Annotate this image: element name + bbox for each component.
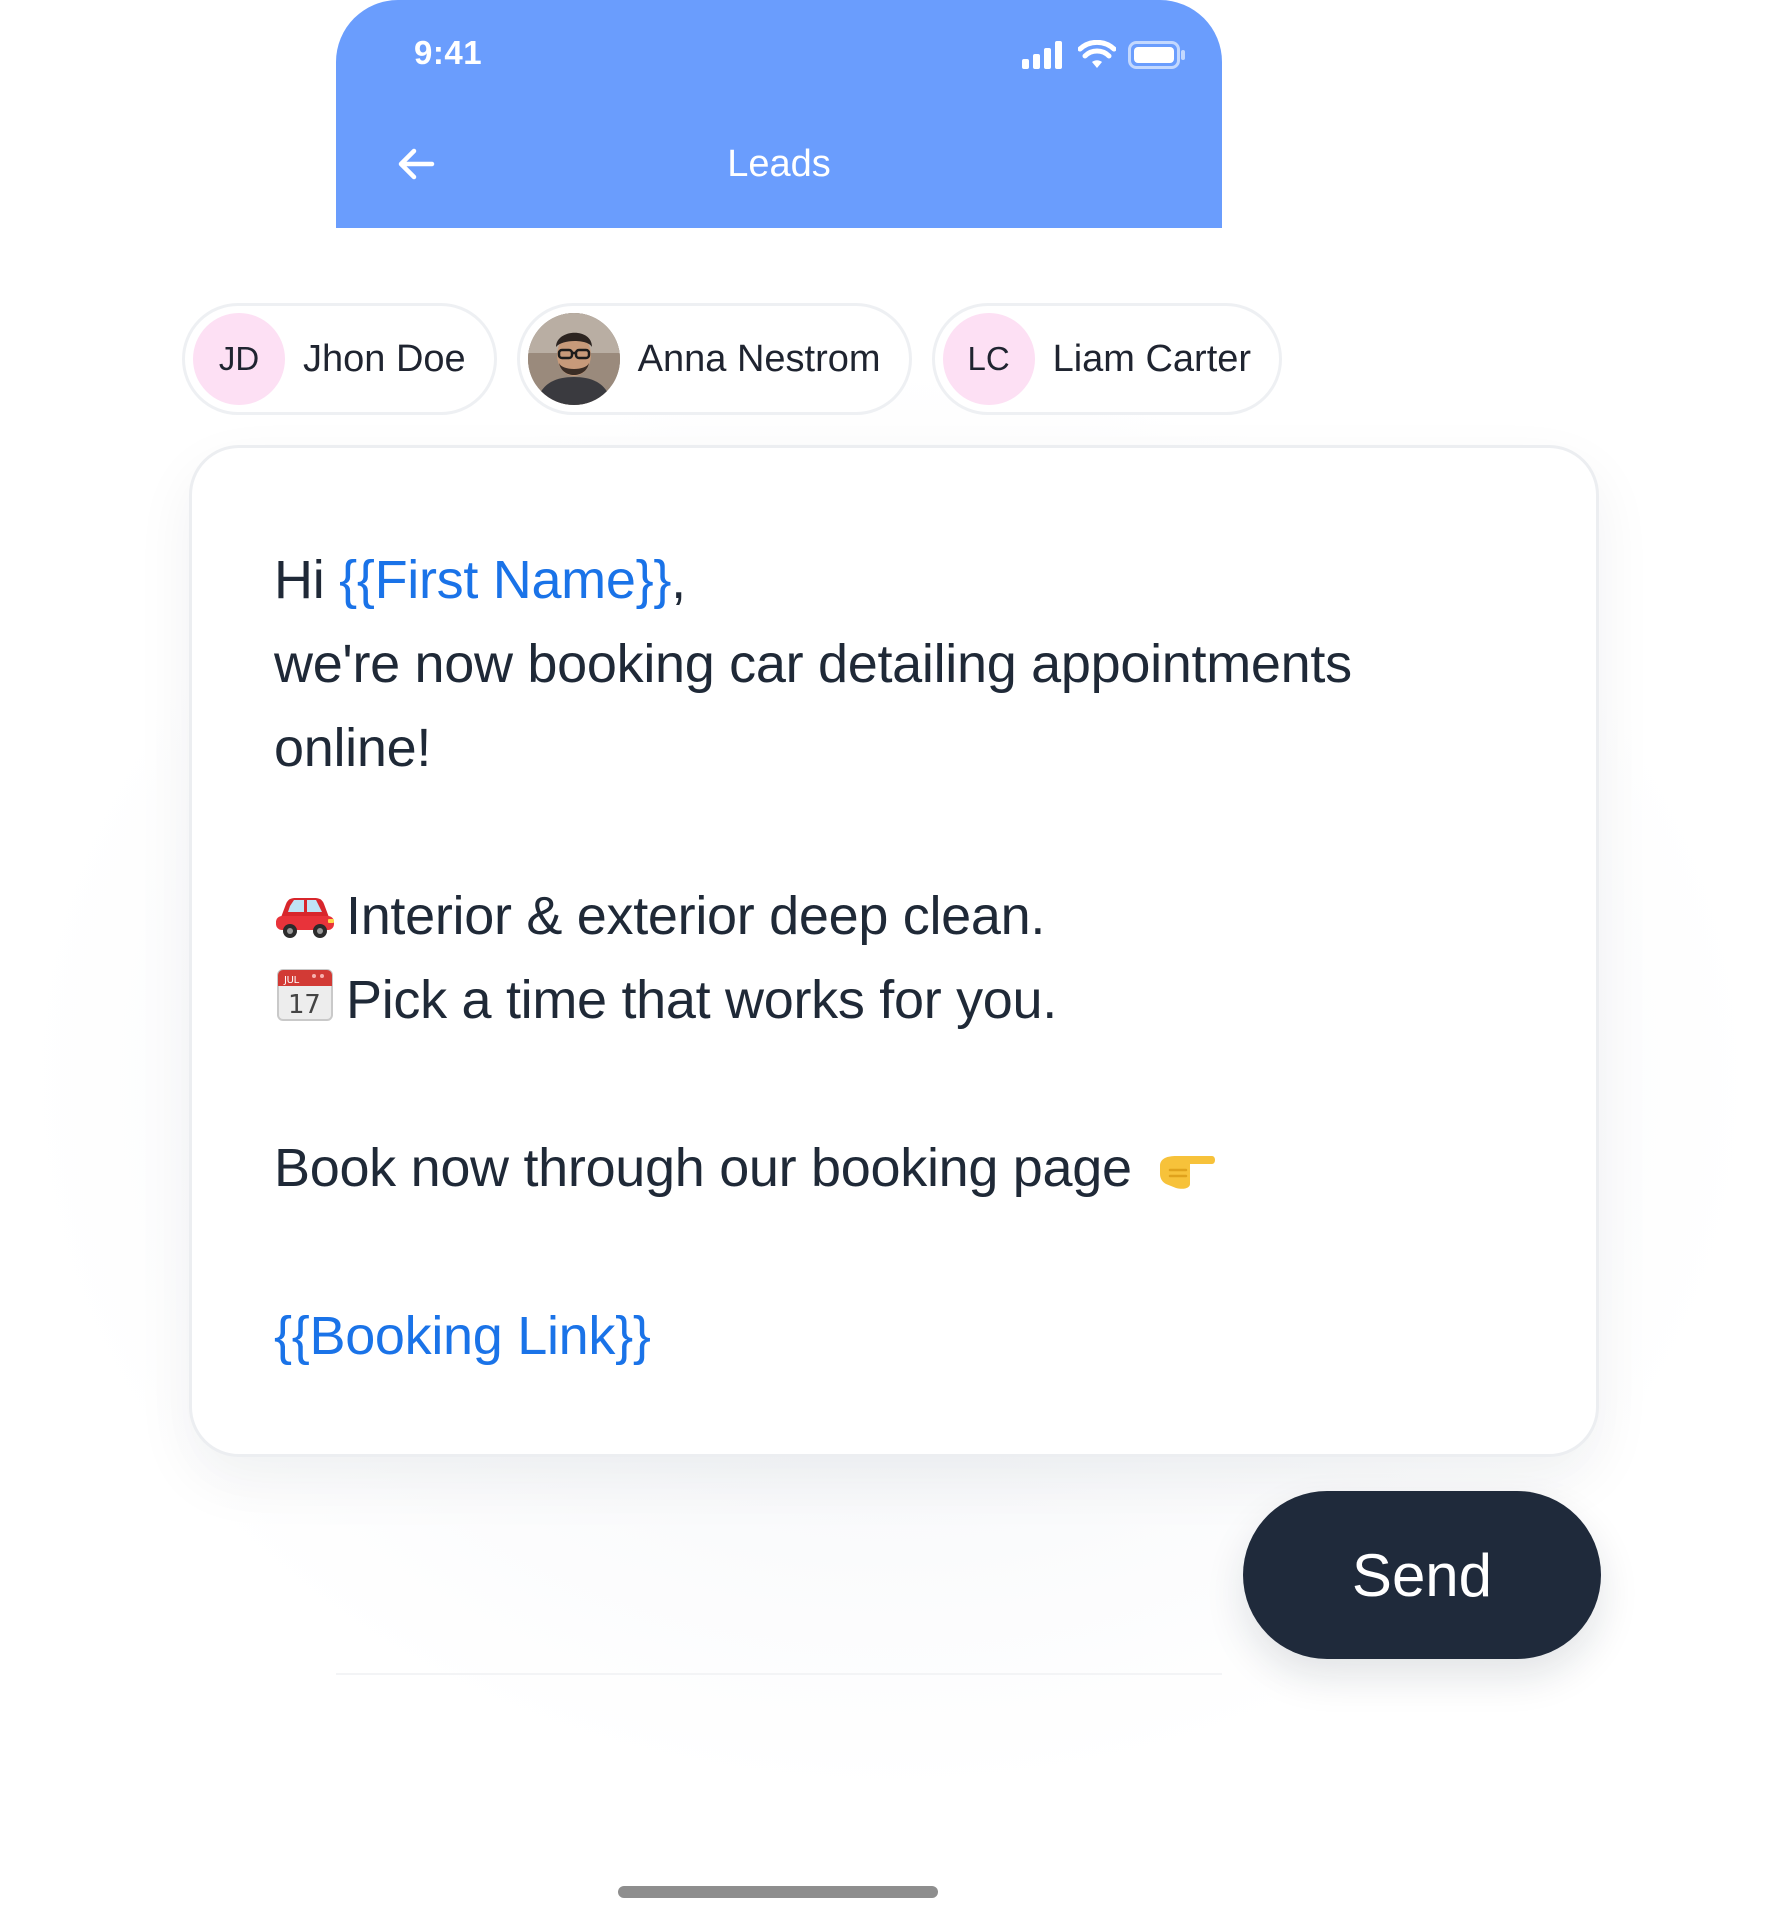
booking-link-variable[interactable]: {{Booking Link}} [274, 1294, 1534, 1378]
avatar-initials: JD [218, 340, 260, 377]
bullet-line: JUL 17 Pick a time that works for you. [274, 958, 1534, 1042]
lead-chips: JD Jhon Doe Anna Nestrom LC Liam Carter [182, 303, 1283, 415]
lead-name: Anna Nestrom [637, 337, 881, 380]
avatar-photo [527, 313, 620, 405]
person-photo-icon [527, 313, 620, 405]
lead-chip-jhon-doe[interactable]: JD Jhon Doe [182, 303, 497, 415]
message-line: we're now booking car detailing appointm… [274, 634, 1352, 694]
message-line: online! [274, 718, 432, 778]
calendar-icon: JUL 17 [277, 969, 333, 1021]
battery-icon [1128, 41, 1185, 69]
lead-chip-anna-nestrom[interactable]: Anna Nestrom [516, 303, 912, 415]
wifi-icon [1078, 40, 1116, 68]
lead-chip-liam-carter[interactable]: LC Liam Carter [931, 303, 1283, 415]
avatar: JD [193, 313, 285, 405]
avatar: LC [942, 313, 1035, 405]
app-header: 9:41 Leads [336, 0, 1222, 228]
avatar-initials: LC [967, 340, 1010, 377]
send-button[interactable]: Send [1243, 1491, 1601, 1659]
divider [336, 1673, 1222, 1675]
greeting-text: Hi [274, 550, 340, 610]
lead-name: Jhon Doe [303, 337, 466, 380]
status-time: 9:41 [414, 34, 483, 71]
page-title: Leads [727, 143, 831, 185]
greeting-punct: , [671, 550, 686, 610]
bullet-line: Interior & exterior deep clean. [274, 874, 1534, 958]
car-icon [276, 898, 334, 938]
status-icons [1022, 40, 1186, 70]
greeting-line: Hi {{First Name}}, [274, 538, 1534, 622]
pointing-right-icon [1160, 1156, 1216, 1189]
svg-text:17: 17 [288, 990, 320, 1020]
message-body[interactable]: Hi {{First Name}}, we're now booking car… [274, 538, 1534, 1378]
cta-line: Book now through our booking page [274, 1126, 1534, 1210]
screen: 9:41 Leads JD Jhon Doe Anna Nestrom LC L… [0, 0, 1787, 1922]
svg-text:JUL: JUL [283, 975, 300, 986]
signal-icon [1022, 41, 1062, 69]
message-composer[interactable]: Hi {{First Name}}, we're now booking car… [189, 445, 1599, 1457]
lead-name: Liam Carter [1052, 337, 1252, 380]
bullet-text: Interior & exterior deep clean. [346, 886, 1046, 946]
bullet-text: Pick a time that works for you. [346, 970, 1057, 1030]
cta-text: Book now through our booking page [274, 1138, 1132, 1198]
first-name-variable[interactable]: {{First Name}} [339, 550, 671, 610]
home-indicator [618, 1886, 938, 1898]
